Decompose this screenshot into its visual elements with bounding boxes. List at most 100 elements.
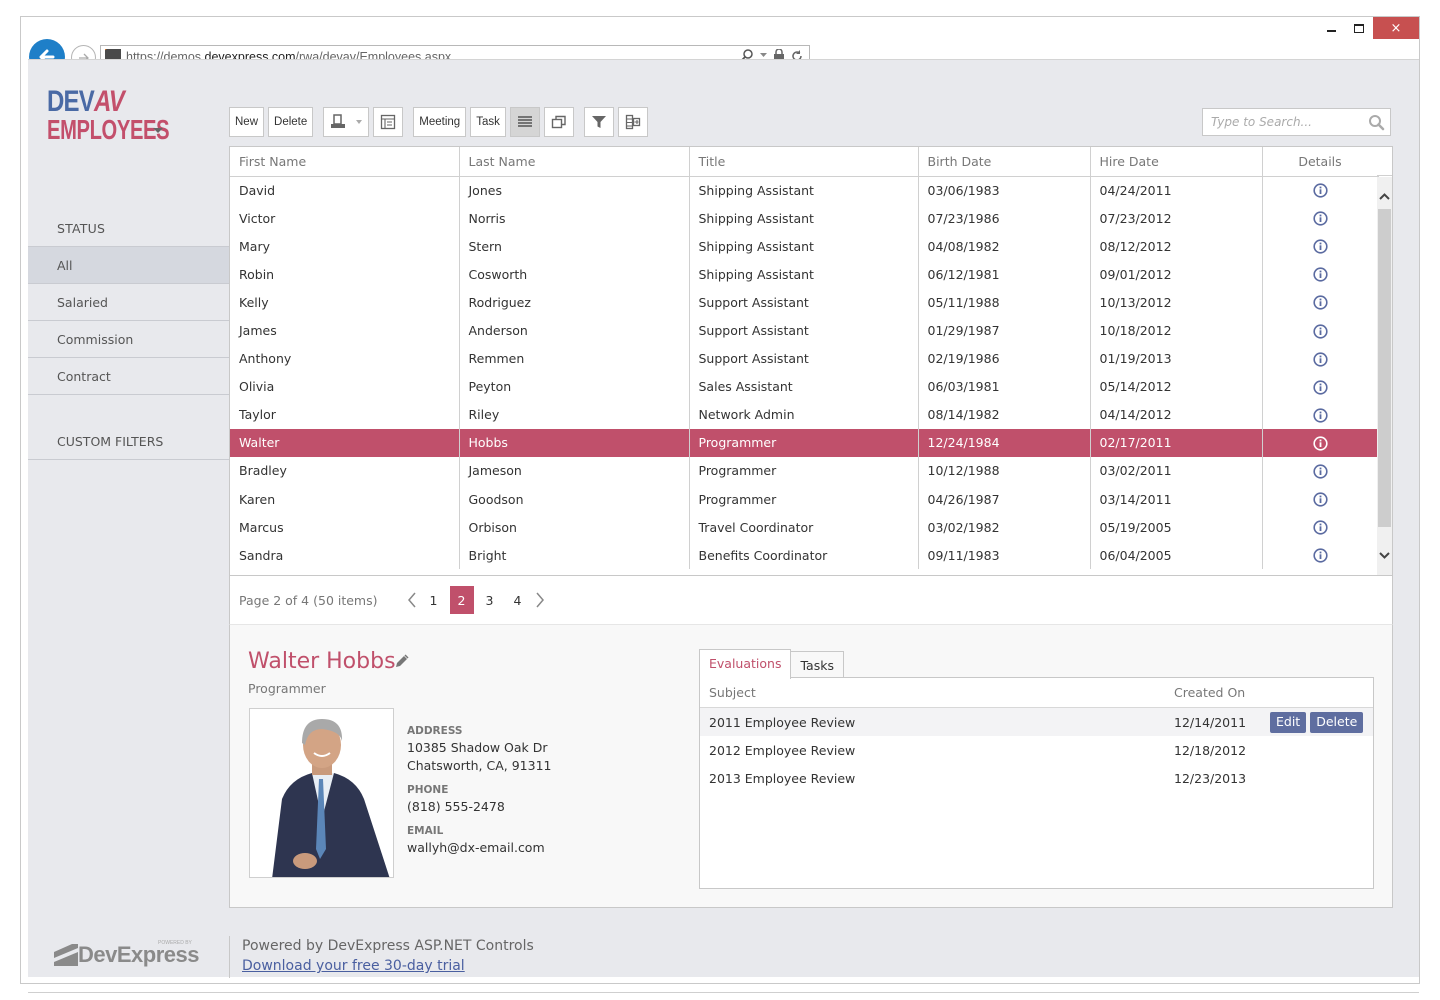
print-button[interactable]	[323, 107, 370, 137]
status-header: STATUS	[28, 210, 229, 247]
module-dropdown-icon[interactable]	[153, 128, 163, 133]
cell-birth-date: 04/26/1987	[918, 485, 1091, 514]
table-row[interactable]: Anthony Remmen Support Assistant 02/19/1986…	[230, 344, 1379, 373]
close-window-button[interactable]: ×	[1373, 17, 1419, 39]
table-row[interactable]: Bradley Jameson Programmer 10/12/1988 03/02/…	[230, 456, 1379, 486]
column-header-created-on[interactable]: Created On	[1174, 685, 1270, 700]
export-button[interactable]	[373, 107, 404, 137]
cell-title: Support Assistant	[689, 316, 919, 345]
table-row[interactable]: Sandra Bright Benefits Coordinator 09/11/19…	[230, 541, 1379, 570]
edit-evaluation-button[interactable]: Edit	[1270, 711, 1307, 733]
table-row[interactable]: Kelly Rodriguez Support Assistant 05/11/198…	[230, 288, 1379, 317]
cell-birth-date: 04/08/1982	[918, 232, 1091, 261]
download-trial-link[interactable]: Download your free 30-day trial	[242, 958, 465, 974]
tab-evaluations[interactable]: Evaluations	[699, 649, 792, 679]
sidebar-item-salaried[interactable]: Salaried	[28, 284, 229, 321]
evaluation-row[interactable]: 2013 Employee Review 12/23/2013	[700, 764, 1373, 792]
devexpress-footer-logo: DevExpress POWERED BY	[54, 940, 199, 968]
info-details-icon[interactable]	[1312, 183, 1328, 198]
pager-prev-button[interactable]	[404, 588, 420, 612]
info-details-icon[interactable]	[1312, 380, 1328, 395]
sidebar-item-commission[interactable]: Commission	[28, 321, 229, 358]
info-details-icon[interactable]	[1312, 211, 1328, 226]
pager-page-1[interactable]: 1	[422, 586, 446, 614]
search-icon[interactable]	[1368, 114, 1385, 131]
delete-evaluation-button[interactable]: Delete	[1310, 711, 1364, 733]
info-details-icon[interactable]	[1312, 323, 1328, 339]
meeting-button[interactable]: Meeting	[413, 107, 467, 137]
task-button[interactable]: Task	[470, 107, 506, 137]
table-row[interactable]: Robin Cosworth Shipping Assistant 06/12/198…	[230, 260, 1379, 289]
column-header-birth-date[interactable]: Birth Date	[918, 147, 1091, 177]
column-header-details[interactable]: Details	[1262, 147, 1379, 177]
custom-filters-header[interactable]: CUSTOM FILTERS	[28, 423, 229, 460]
info-details-icon[interactable]	[1312, 548, 1328, 563]
info-details-icon[interactable]	[1312, 464, 1328, 479]
scroll-thumb[interactable]	[1378, 209, 1391, 527]
scroll-down-button[interactable]	[1377, 548, 1392, 563]
cell-last-name: Peyton	[459, 372, 690, 401]
list-view-button[interactable]	[509, 107, 540, 137]
sidebar-item-all[interactable]: All	[28, 247, 229, 284]
pager-next-button[interactable]	[532, 588, 548, 612]
table-row[interactable]: James Anderson Support Assistant 01/29/1987…	[230, 316, 1379, 345]
table-row[interactable]: Mary Stern Shipping Assistant 04/08/1982 08/…	[230, 232, 1379, 261]
info-details-icon[interactable]	[1312, 492, 1328, 507]
cell-last-name: Orbison	[459, 513, 690, 542]
column-header-subject[interactable]: Subject	[700, 685, 1174, 700]
info-details-icon[interactable]	[1312, 295, 1328, 311]
column-header-title[interactable]: Title	[689, 147, 919, 177]
table-row[interactable]: Olivia Peyton Sales Assistant 06/03/1981 05/…	[230, 372, 1379, 401]
info-details-icon[interactable]	[1312, 520, 1328, 535]
employee-name: Walter Hobbs	[248, 649, 396, 674]
pager-page-2[interactable]: 2	[449, 586, 474, 614]
evaluation-row[interactable]: 2011 Employee Review 12/14/2011 Edit Del…	[700, 708, 1373, 736]
column-header-hire-date[interactable]: Hire Date	[1090, 147, 1263, 177]
email-label: EMAIL	[407, 825, 444, 837]
pager-page-4[interactable]: 4	[506, 586, 530, 614]
table-row[interactable]: Taylor Riley Network Admin 08/14/1982 04/14/…	[230, 400, 1379, 429]
devav-logo[interactable]: DEVAV EMPLOYEES	[47, 87, 217, 144]
evaluation-created: 12/14/2011	[1174, 714, 1247, 730]
info-details-icon[interactable]	[1312, 267, 1328, 282]
table-row[interactable]: Walter Hobbs Programmer 12/24/1984 02/17/201…	[230, 428, 1379, 457]
search-input[interactable]	[1211, 115, 1361, 129]
cell-birth-date: 12/24/1984	[918, 428, 1091, 457]
new-button[interactable]: New	[229, 107, 265, 137]
table-row[interactable]: Marcus Orbison Travel Coordinator 03/02/198…	[230, 513, 1379, 542]
pager-page-3[interactable]: 3	[478, 586, 502, 614]
cell-hire-date: 08/12/2012	[1090, 232, 1263, 261]
column-header-first-name[interactable]: First Name	[230, 147, 460, 177]
cell-last-name: Stern	[459, 232, 690, 261]
cell-birth-date: 06/03/1981	[918, 372, 1091, 401]
cell-first-name: Walter	[230, 428, 460, 457]
cell-last-name: Hobbs	[459, 428, 690, 457]
cell-hire-date: 09/01/2012	[1090, 260, 1263, 289]
minimize-button[interactable]	[1317, 17, 1345, 39]
cell-details	[1262, 513, 1379, 542]
search-box[interactable]	[1202, 108, 1391, 136]
info-details-icon[interactable]	[1312, 436, 1328, 451]
powered-by-small: POWERED BY	[158, 940, 192, 946]
grid-vertical-scrollbar[interactable]	[1377, 177, 1392, 575]
info-details-icon[interactable]	[1312, 239, 1328, 254]
table-row[interactable]: David Jones Shipping Assistant 03/06/1983 04…	[230, 176, 1379, 205]
tab-tasks[interactable]: Tasks	[791, 651, 844, 678]
column-header-last-name[interactable]: Last Name	[459, 147, 690, 177]
evaluation-row[interactable]: 2012 Employee Review 12/18/2012	[700, 736, 1373, 764]
dropdown-arrow-icon[interactable]	[760, 53, 767, 58]
info-details-icon[interactable]	[1312, 408, 1328, 423]
edit-pencil-icon[interactable]	[395, 654, 409, 668]
sidebar-item-contract[interactable]: Contract	[28, 358, 229, 395]
maximize-button[interactable]	[1345, 17, 1373, 39]
info-details-icon[interactable]	[1312, 352, 1328, 367]
delete-button[interactable]: Delete	[268, 107, 314, 137]
customize-columns-button[interactable]	[617, 107, 648, 137]
scroll-up-button[interactable]	[1377, 189, 1392, 204]
table-row[interactable]: Victor Norris Shipping Assistant 07/23/1986…	[230, 204, 1379, 233]
table-row[interactable]: Karen Goodson Programmer 04/26/1987 03/14/20…	[230, 485, 1379, 514]
cell-last-name: Norris	[459, 204, 690, 233]
print-dropdown-icon[interactable]	[356, 120, 363, 124]
card-view-button[interactable]	[543, 107, 574, 137]
filter-button[interactable]	[583, 107, 614, 137]
